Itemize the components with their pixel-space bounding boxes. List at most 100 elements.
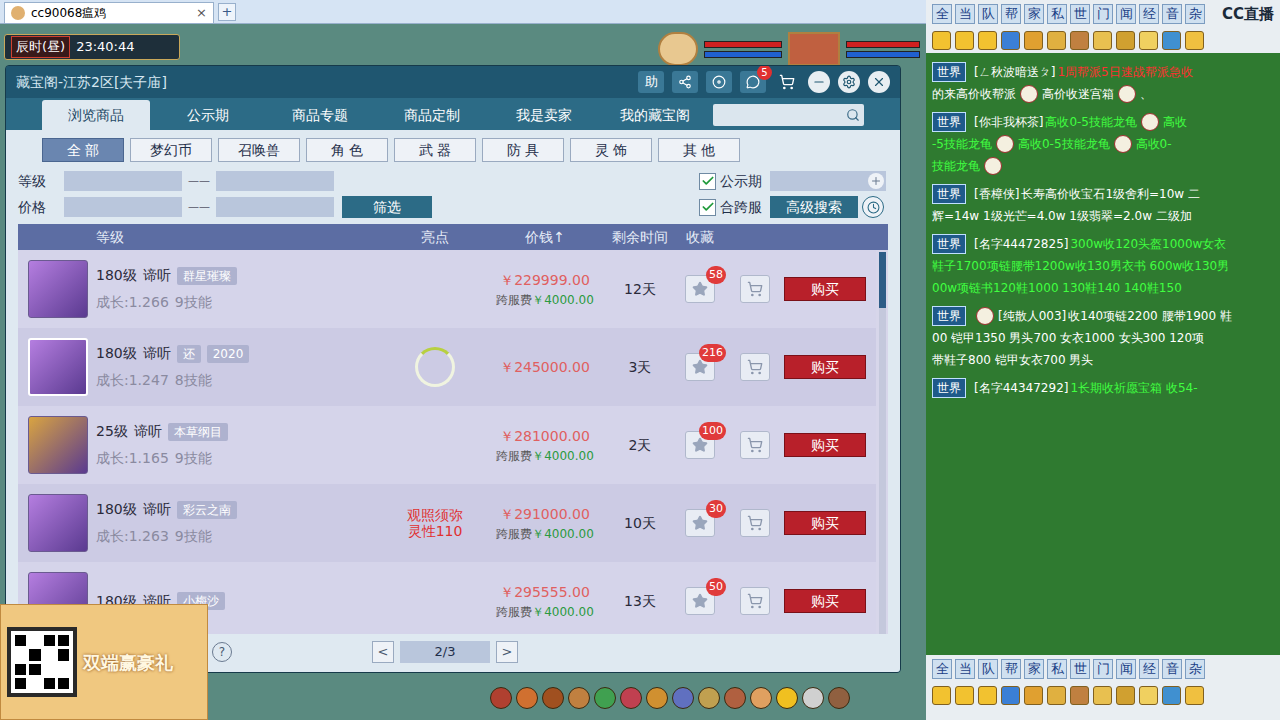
cart-button[interactable] (740, 353, 770, 381)
chat-tool-icon[interactable] (1162, 31, 1181, 50)
minimize-button[interactable] (808, 71, 830, 93)
hotbar-icon[interactable] (776, 687, 798, 709)
channel-button[interactable]: 全 (932, 659, 952, 679)
cart-button[interactable] (740, 431, 770, 459)
chat-tool-icon[interactable] (978, 31, 997, 50)
tab[interactable]: 商品专题 (266, 100, 374, 130)
chat-tool-icon[interactable] (1139, 686, 1158, 705)
help-button[interactable]: 助 (638, 71, 664, 93)
channel-button[interactable]: 闻 (1116, 4, 1136, 24)
channel-button[interactable]: 世 (1070, 659, 1090, 679)
chat-tool-icon[interactable] (1024, 686, 1043, 705)
channel-button[interactable]: 私 (1047, 659, 1067, 679)
category-button[interactable]: 防 具 (482, 138, 564, 162)
channel-button[interactable]: 家 (1024, 4, 1044, 24)
hotbar-icon[interactable] (490, 687, 512, 709)
channel-button[interactable]: 私 (1047, 4, 1067, 24)
chat-tool-icon[interactable] (1116, 31, 1135, 50)
hotbar-icon[interactable] (516, 687, 538, 709)
chat-tool-icon[interactable] (1093, 31, 1112, 50)
new-tab-button[interactable]: + (218, 3, 236, 21)
filter-button[interactable]: 筛选 (342, 196, 432, 218)
chat-tool-icon[interactable] (1070, 686, 1089, 705)
favorite-button[interactable]: 50 (685, 587, 715, 615)
share-button[interactable] (672, 71, 698, 93)
tab[interactable]: 我的藏宝阁 (602, 100, 710, 130)
close-button[interactable] (868, 71, 890, 93)
search-field[interactable] (713, 104, 864, 126)
category-button[interactable]: 梦幻币 (130, 138, 212, 162)
category-button[interactable]: 灵 饰 (570, 138, 652, 162)
hotbar-icon[interactable] (828, 687, 850, 709)
hotbar-icon[interactable] (672, 687, 694, 709)
channel-button[interactable]: 音 (1162, 659, 1182, 679)
help-button[interactable]: ? (212, 642, 232, 662)
table-row[interactable]: 180级谛听群星璀璨成长:1.2669技能￥229999.00跨服费￥4000.… (18, 250, 876, 328)
chat-tool-icon[interactable] (1185, 31, 1204, 50)
chat-tool-icon[interactable] (955, 686, 974, 705)
record-button[interactable] (706, 71, 732, 93)
favorite-button[interactable]: 216 (685, 353, 715, 381)
chat-tool-icon[interactable] (955, 31, 974, 50)
buy-button[interactable]: 购买 (784, 511, 866, 535)
chat-tool-icon[interactable] (1139, 31, 1158, 50)
hotbar-icon[interactable] (698, 687, 720, 709)
category-button[interactable]: 其 他 (658, 138, 740, 162)
tab[interactable]: 公示期 (154, 100, 262, 130)
channel-button[interactable]: 世 (1070, 4, 1090, 24)
channel-button[interactable]: 帮 (1001, 659, 1021, 679)
channel-button[interactable]: 闻 (1116, 659, 1136, 679)
chat-tool-icon[interactable] (1162, 686, 1181, 705)
hotbar-icon[interactable] (750, 687, 772, 709)
channel-button[interactable]: 全 (932, 4, 952, 24)
channel-button[interactable]: 队 (978, 659, 998, 679)
scrollbar-thumb[interactable] (879, 252, 886, 308)
advanced-search-button[interactable]: 高级搜索 (770, 196, 858, 218)
tab[interactable]: 我是卖家 (490, 100, 598, 130)
buy-button[interactable]: 购买 (784, 433, 866, 457)
tab-close[interactable]: × (196, 3, 207, 23)
hotbar-icon[interactable] (594, 687, 616, 709)
channel-button[interactable]: 当 (955, 4, 975, 24)
chat-tool-icon[interactable] (1185, 686, 1204, 705)
hotbar-icon[interactable] (620, 687, 642, 709)
channel-button[interactable]: 经 (1139, 659, 1159, 679)
cart-button[interactable] (740, 275, 770, 303)
browser-tab[interactable]: cc90068瘟鸡× (4, 2, 214, 23)
category-button[interactable]: 召唤兽 (218, 138, 300, 162)
level-max-field[interactable] (216, 171, 334, 191)
checkbox[interactable] (699, 173, 716, 190)
chat-tool-icon[interactable] (1093, 686, 1112, 705)
next-page-button[interactable]: > (496, 641, 518, 663)
chat-tool-icon[interactable] (1047, 31, 1066, 50)
favorite-button[interactable]: 58 (685, 275, 715, 303)
chat-tool-icon[interactable] (932, 686, 951, 705)
category-button[interactable]: 角 色 (306, 138, 388, 162)
hotbar-icon[interactable] (646, 687, 668, 709)
chat-tool-icon[interactable] (1047, 686, 1066, 705)
chat-tool-icon[interactable] (1001, 686, 1020, 705)
channel-button[interactable]: 杂 (1185, 4, 1205, 24)
table-row[interactable]: 180级谛听还2020成长:1.2478技能￥245000.003天216购买 (18, 328, 876, 406)
hotbar-icon[interactable] (542, 687, 564, 709)
channel-button[interactable]: 门 (1093, 4, 1113, 24)
hotbar-icon[interactable] (802, 687, 824, 709)
price-max-field[interactable] (216, 197, 334, 217)
chat-tool-icon[interactable] (978, 686, 997, 705)
category-button[interactable]: 全 部 (42, 138, 124, 162)
channel-button[interactable]: 家 (1024, 659, 1044, 679)
table-row[interactable]: 180级谛听彩云之南成长:1.2639技能观照须弥 灵性110￥291000.0… (18, 484, 876, 562)
channel-button[interactable]: 杂 (1185, 659, 1205, 679)
channel-button[interactable]: 当 (955, 659, 975, 679)
tab[interactable]: 浏览商品 (42, 100, 150, 130)
public-field[interactable] (770, 171, 886, 191)
message-button[interactable]: 5 (740, 71, 766, 93)
hotbar-icon[interactable] (724, 687, 746, 709)
channel-button[interactable]: 门 (1093, 659, 1113, 679)
table-row[interactable]: 25级谛听本草纲目成长:1.1659技能￥281000.00跨服费￥4000.0… (18, 406, 876, 484)
history-button[interactable] (862, 196, 884, 218)
buy-button[interactable]: 购买 (784, 355, 866, 379)
favorite-button[interactable]: 100 (685, 431, 715, 459)
hotbar-icon[interactable] (568, 687, 590, 709)
channel-button[interactable]: 队 (978, 4, 998, 24)
